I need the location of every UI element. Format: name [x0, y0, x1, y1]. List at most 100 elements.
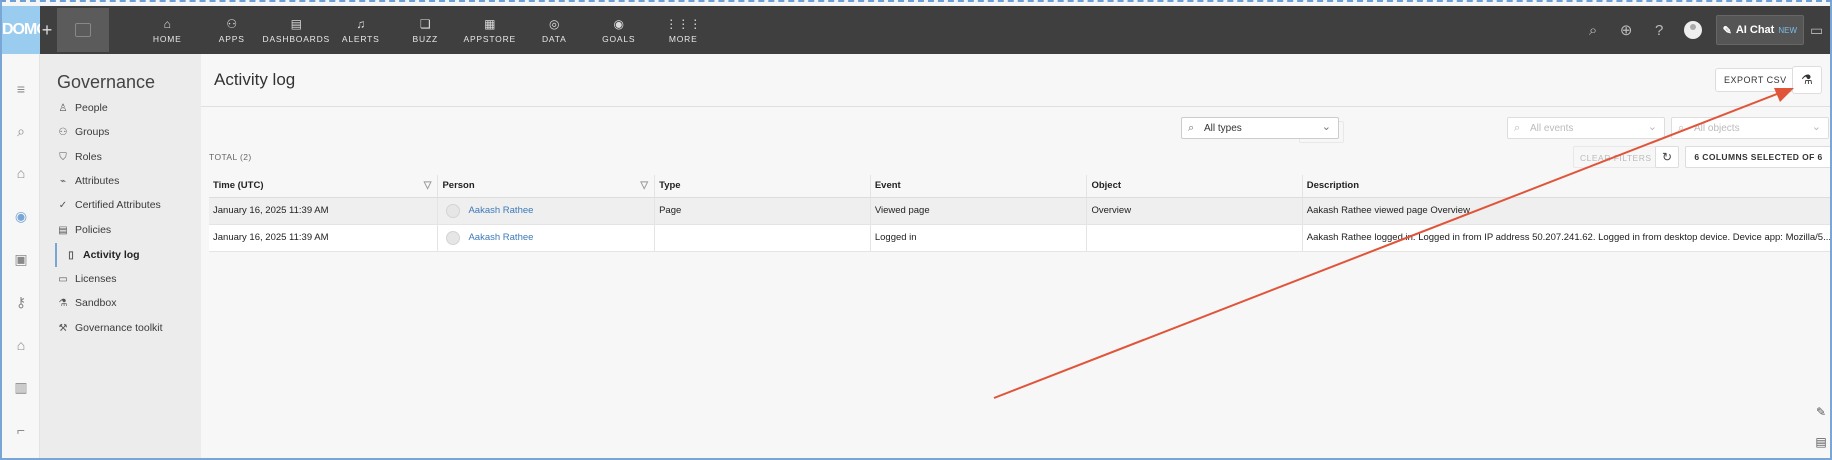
calendar-button[interactable] — [57, 8, 109, 52]
object-filter[interactable]: ⌕ All objects ⌄ — [1671, 117, 1829, 139]
event-filter[interactable]: ⌕ All events ⌄ — [1507, 117, 1665, 139]
governance-icon[interactable]: ◉ — [2, 201, 40, 231]
document-icon: ▯ — [68, 249, 74, 261]
sidebar-item-label: Licenses — [75, 273, 117, 285]
nav-item-data[interactable]: ◎ DATA — [522, 17, 587, 44]
buzz-icon: ❏ — [419, 16, 431, 31]
column-header-person[interactable]: Person ▽ — [437, 175, 656, 198]
person-cell: Aakash Rathee — [442, 203, 653, 218]
add-icon[interactable]: + — [40, 20, 54, 41]
sidebar-item-roles[interactable]: ⛉ Roles — [57, 145, 201, 169]
alerts-icon: ♫ — [356, 16, 366, 31]
chat-icon[interactable]: ▭ — [1810, 22, 1830, 39]
column-label: Type — [659, 180, 681, 192]
sidebar-item-certified-attributes[interactable]: ✓ Certified Attributes — [57, 193, 201, 217]
ai-chat-button[interactable]: ✎ AI Chat NEW — [1715, 15, 1804, 45]
export-csv-button[interactable]: EXPORT CSV — [1715, 68, 1796, 92]
nav-item-goals[interactable]: ◉ GOALS — [587, 17, 652, 44]
person-link[interactable]: Aakash Rathee — [468, 232, 533, 243]
notes-icon[interactable]: ▤ — [1812, 435, 1830, 453]
lock-icon[interactable]: ⌂ — [2, 330, 40, 360]
table-row[interactable]: January 16, 2025 11:39 AM Aakash Rathee Pa… — [209, 197, 1830, 225]
sidebar-item-policies[interactable]: ▤ Policies — [57, 218, 201, 242]
documents-icon[interactable]: ▣ — [2, 244, 40, 274]
person-cell: Aakash Rathee — [442, 230, 653, 245]
left-rail: ≡ ⌕ ⌂ ◉ ▣ ⚷ ⌂ ▥ ⌐ — [2, 54, 40, 458]
cell-description: Aakash Rathee logged in. Logged in from … — [1302, 224, 1830, 252]
column-header-object[interactable]: Object — [1086, 175, 1303, 198]
goals-icon: ◉ — [613, 16, 624, 31]
cell-type: Page — [654, 197, 871, 225]
page-title: Activity log — [214, 70, 296, 89]
menu-icon[interactable]: ≡ — [2, 74, 40, 104]
nav-label: ALERTS — [341, 33, 380, 44]
nav-item-more[interactable]: ⋮⋮⋮ MORE — [651, 17, 716, 44]
column-label: Time (UTC) — [213, 180, 264, 192]
cell-event: Viewed page — [870, 197, 1088, 225]
nav-item-home[interactable]: ⌂ HOME — [135, 17, 200, 44]
table-row[interactable]: January 16, 2025 11:39 AM Aakash Rathee Lo… — [209, 224, 1830, 252]
cell-text: January 16, 2025 11:39 AM — [213, 232, 329, 243]
add-circle-icon[interactable]: ⊕ — [1610, 21, 1643, 39]
sandbox-button[interactable]: ⚗ — [1792, 66, 1822, 94]
key-icon[interactable]: ⚷ — [2, 287, 40, 317]
activity-table: Time (UTC) ▽ Person ▽ Type Event Object De… — [209, 175, 1830, 252]
table-header-row: Time (UTC) ▽ Person ▽ Type Event Object De… — [209, 175, 1830, 198]
column-label: Person — [442, 180, 475, 192]
sidebar-item-label: Groups — [75, 126, 110, 138]
sidebar-item-groups[interactable]: ⚇ Groups — [57, 120, 201, 144]
columns-selector-button[interactable]: 6 COLUMNS SELECTED OF 6 — [1685, 146, 1830, 168]
filter-icon[interactable]: ▽ — [424, 180, 432, 191]
ai-chat-label: AI Chat — [1735, 24, 1775, 36]
data-icon: ◎ — [549, 16, 560, 31]
apps-icon: ⚇ — [226, 16, 238, 31]
help-icon[interactable]: ? — [1643, 22, 1676, 39]
cell-text: Page — [659, 205, 682, 216]
sidebar-item-people[interactable]: ♙ People — [57, 96, 201, 120]
governance-sidebar: Governance ♙ People ⚇ Groups ⛉ Roles ⌁ Attribut… — [40, 54, 201, 458]
nav-item-apps[interactable]: ⚇ APPS — [200, 17, 265, 44]
type-filter[interactable]: ⌕ All types ⌄ — [1181, 117, 1339, 139]
sidebar-item-label: Governance toolkit — [75, 322, 163, 334]
cell-event: Logged in — [870, 224, 1088, 252]
column-label: Event — [874, 180, 901, 192]
sidebar-title: Governance — [57, 72, 156, 92]
sidebar-item-licenses[interactable]: ▭ Licenses — [57, 267, 201, 291]
refresh-button[interactable]: ↻ — [1655, 146, 1679, 168]
groups-icon: ⚇ — [58, 126, 68, 138]
cell-time: January 16, 2025 11:39 AM — [209, 197, 439, 225]
filter-icon[interactable]: ▽ — [640, 180, 648, 191]
column-header-time[interactable]: Time (UTC) ▽ — [209, 175, 439, 198]
chevron-down-icon: ⌄ — [1321, 121, 1331, 133]
nav-item-alerts[interactable]: ♫ ALERTS — [329, 17, 394, 44]
nav-item-dashboards[interactable]: ▤ DASHBOARDS — [263, 17, 330, 44]
search-icon[interactable]: ⌕ — [1577, 22, 1610, 39]
nav-item-buzz[interactable]: ❏ BUZZ — [393, 17, 458, 44]
nav-label: BUZZ — [412, 33, 438, 44]
building-icon[interactable]: ▥ — [2, 372, 40, 402]
cell-type — [654, 224, 871, 252]
clear-filters-button[interactable]: CLEAR FILTERS — [1573, 146, 1659, 168]
sidebar-item-sandbox[interactable]: ⚗ Sandbox — [57, 291, 201, 315]
domo-logo[interactable]: DOMO — [2, 6, 40, 54]
cell-text: Overview — [1091, 205, 1132, 216]
cell-description: Aakash Rathee viewed page Overview — [1302, 197, 1830, 225]
chevron-down-icon: ⌄ — [1811, 121, 1821, 133]
person-link[interactable]: Aakash Rathee — [468, 205, 533, 216]
home-icon: ⌂ — [163, 16, 171, 31]
sidebar-item-label: Sandbox — [75, 297, 117, 309]
sidebar-item-governance-toolkit[interactable]: ⚒ Governance toolkit — [57, 316, 201, 340]
avatar[interactable] — [1683, 21, 1702, 39]
search-icon[interactable]: ⌕ — [2, 116, 40, 146]
paint-roller-icon[interactable]: ⌐ — [2, 415, 40, 445]
edit-icon[interactable]: ✎ — [1812, 405, 1830, 423]
person-avatar-icon — [446, 230, 461, 245]
column-header-event[interactable]: Event — [870, 175, 1088, 198]
nav-item-appstore[interactable]: ▦ APPSTORE — [458, 17, 523, 44]
sidebar-item-attributes[interactable]: ⌁ Attributes — [57, 169, 201, 193]
column-header-description[interactable]: Description — [1302, 175, 1830, 198]
sidebar-item-activity-log[interactable]: ▯ Activity log — [55, 243, 199, 267]
home-icon[interactable]: ⌂ — [2, 158, 40, 188]
nav-label: GOALS — [602, 33, 636, 44]
column-header-type[interactable]: Type — [654, 175, 871, 198]
